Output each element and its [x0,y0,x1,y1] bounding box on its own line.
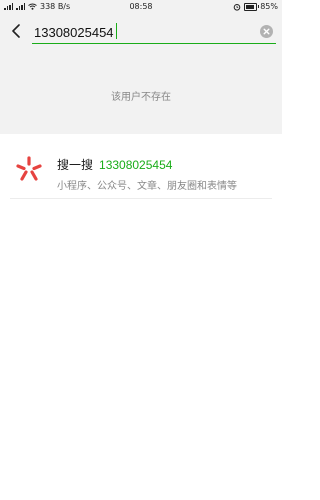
back-button[interactable] [4,18,28,44]
battery-icon [244,2,260,11]
search-header-area: 338 B/s 08:58 85% 该用户不存在 [0,0,282,134]
status-bar: 338 B/s 08:58 85% [0,0,282,14]
search-input[interactable] [34,24,234,40]
clock: 08:58 [129,2,153,11]
battery-percent: 85% [260,2,278,11]
search-one-search-icon [16,156,42,181]
clear-button[interactable] [260,25,273,38]
result-description: 小程序、公众号、文章、朋友圈和表情等 [57,181,237,192]
search-underline [32,43,276,44]
divider [10,198,272,199]
result-title-label: 搜一搜 [57,158,94,172]
alarm-icon [233,3,241,11]
search-one-search-row[interactable]: 搜一搜 13308025454 小程序、公众号、文章、朋友圈和表情等 [0,146,282,198]
result-keyword: 13308025454 [99,158,173,172]
search-bar [0,16,282,46]
clear-circle-icon [263,28,270,35]
result-title: 搜一搜 13308025454 [57,156,172,173]
user-not-found-message: 该用户不存在 [111,92,171,103]
text-caret [116,23,117,39]
chevron-left-icon [12,24,20,38]
